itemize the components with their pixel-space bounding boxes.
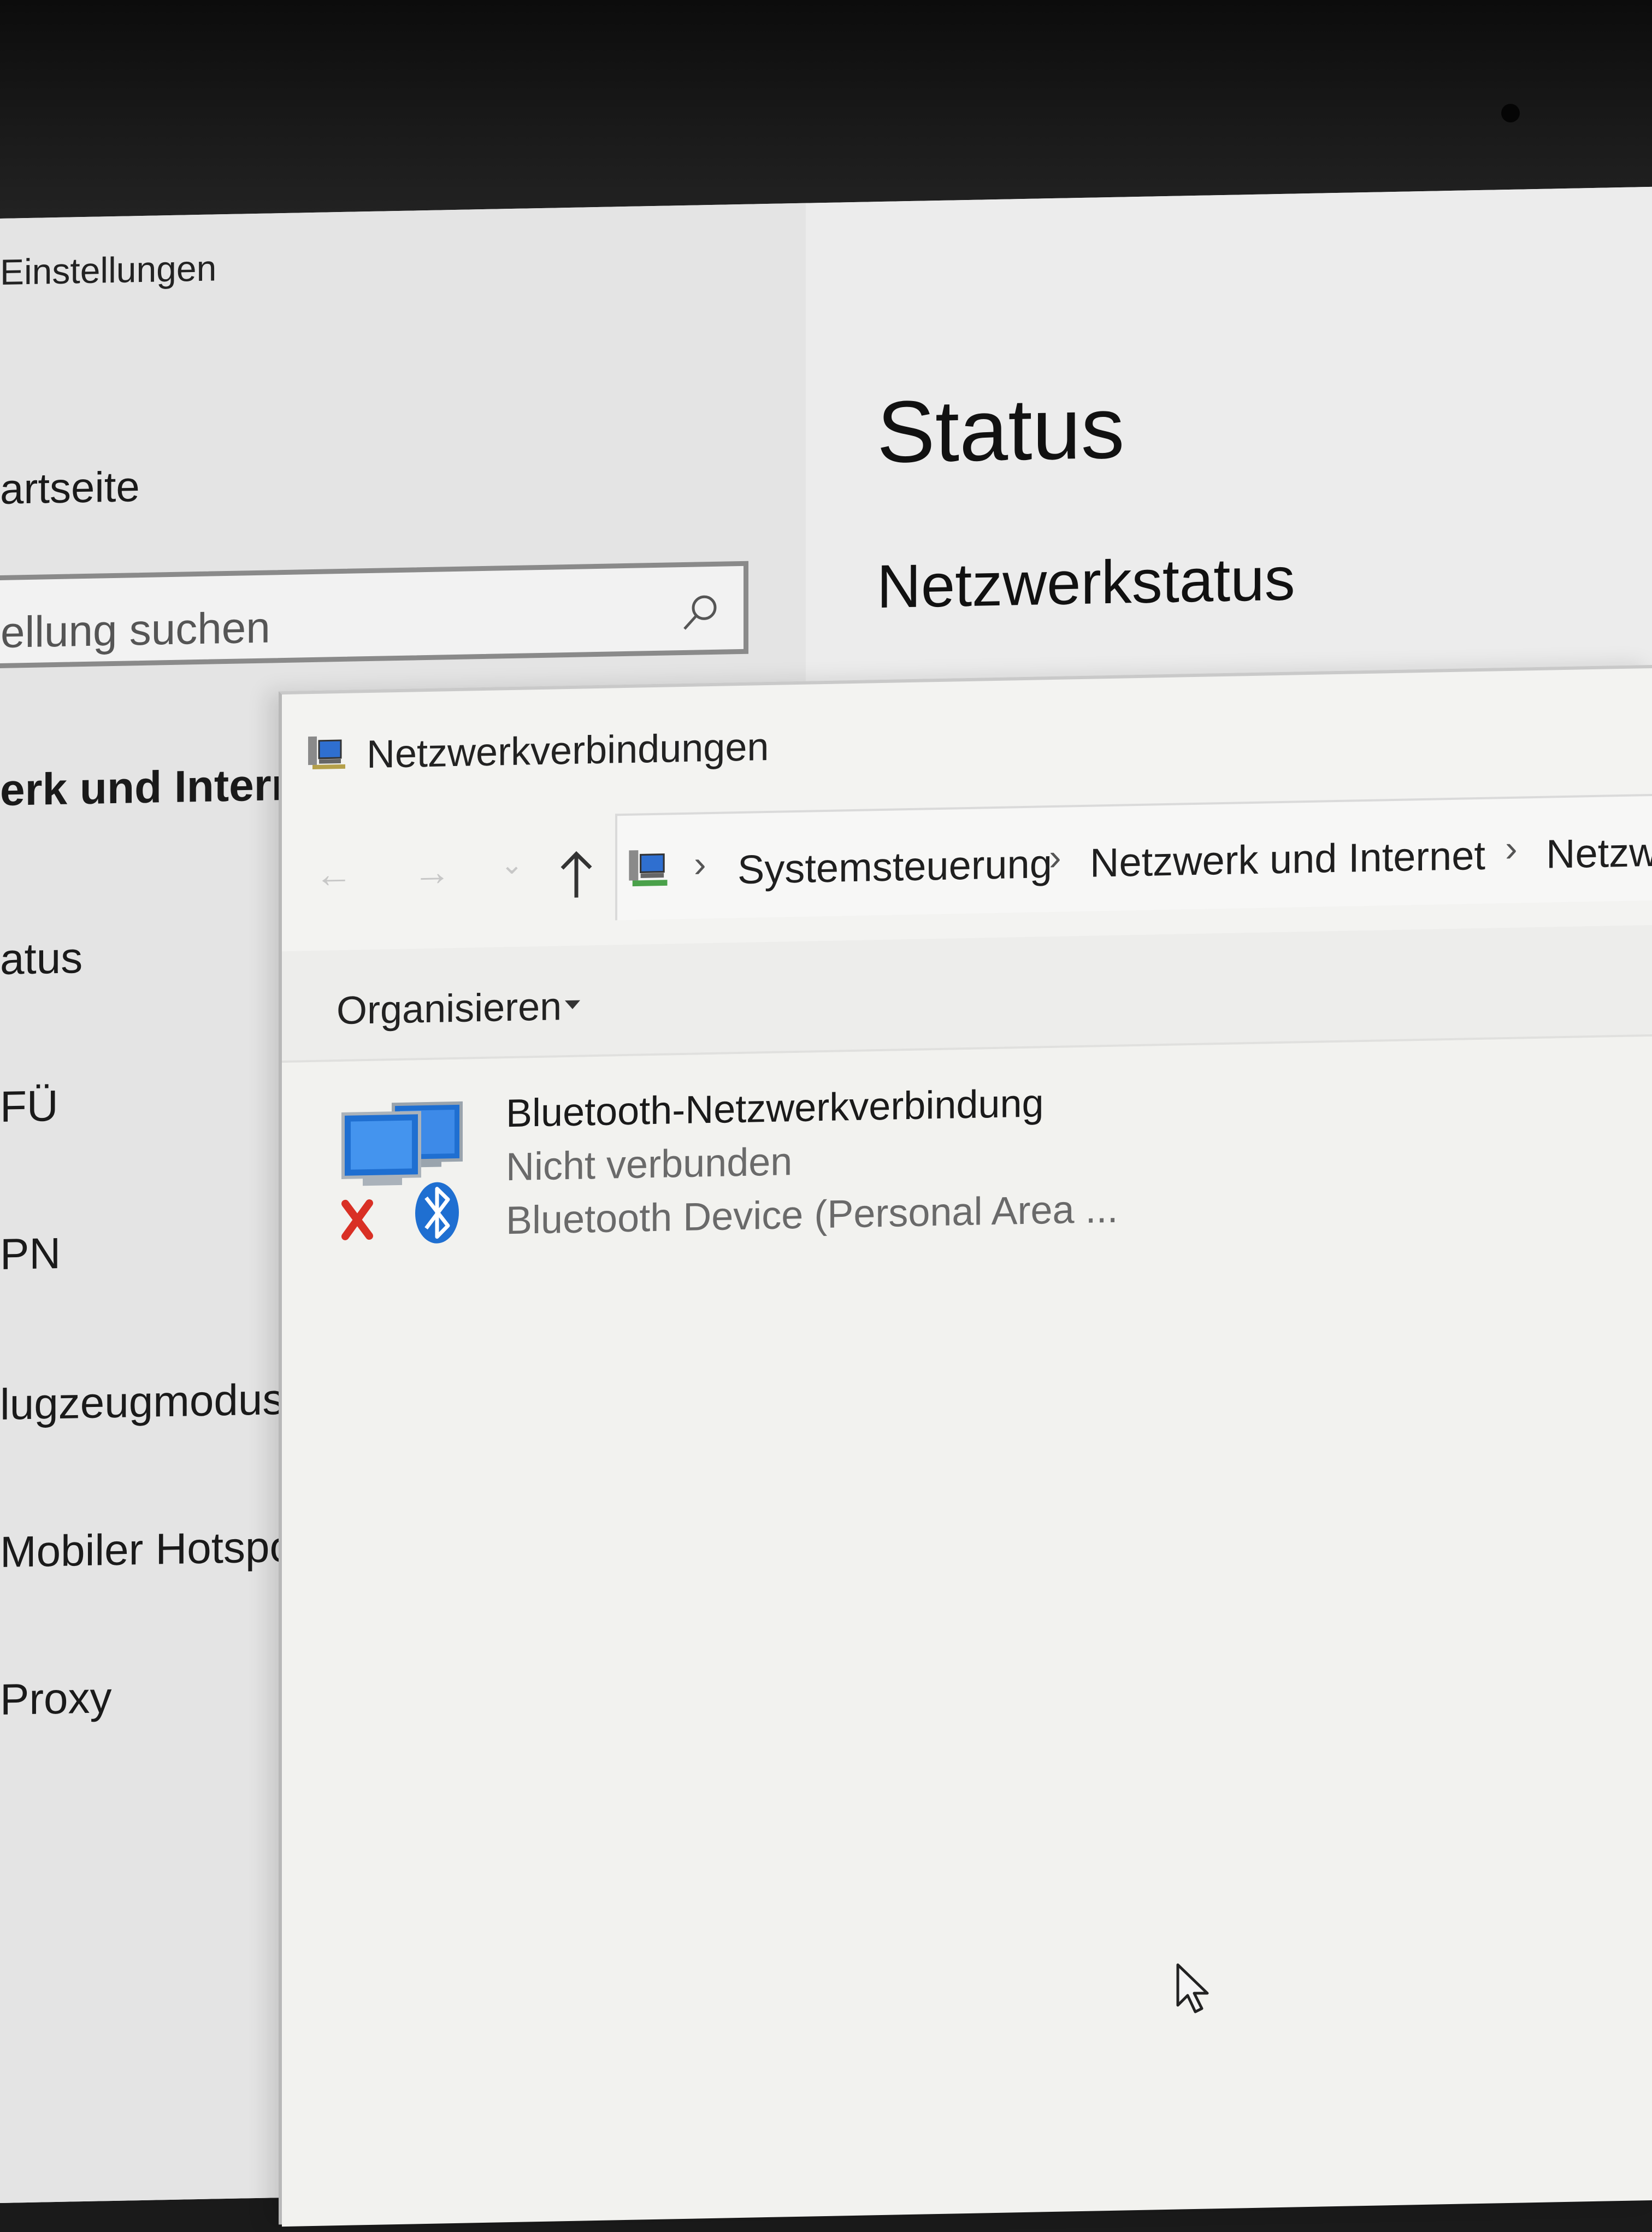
address-bar[interactable]: › Systemsteuerung › Netzwerk und Interne… — [615, 793, 1652, 921]
search-placeholder: ellung suchen — [1, 603, 270, 657]
webcam — [1501, 104, 1520, 122]
sidebar-item-status[interactable]: atus — [0, 933, 82, 985]
page-title: Status — [877, 378, 1125, 481]
settings-search-input[interactable]: ellung suchen — [0, 561, 748, 669]
sidebar-item-proxy[interactable]: Proxy — [0, 1672, 112, 1725]
search-icon[interactable] — [678, 591, 722, 636]
connection-name: Bluetooth-Netzwerkverbindung — [506, 1081, 1044, 1136]
sidebar-item-dfu[interactable]: FÜ — [0, 1081, 58, 1132]
connection-device: Bluetooth Device (Personal Area ... — [506, 1187, 1118, 1243]
screen: Einstellungen artseite ellung suchen erk… — [0, 186, 1652, 2227]
network-connections-icon — [308, 736, 345, 770]
up-arrow-icon[interactable] — [558, 847, 596, 902]
network-status-heading: Netzwerkstatus — [877, 544, 1295, 621]
bluetooth-network-adapter-icon — [341, 1101, 463, 1244]
settings-main: Status Netzwerkstatus — [806, 186, 1652, 695]
sidebar-item-vpn[interactable]: PN — [0, 1228, 61, 1280]
chevron-right-icon: › — [694, 843, 706, 885]
breadcrumb-netzwerk-und-internet[interactable]: Netzwerk und Internet — [1090, 832, 1485, 886]
window-title: Netzwerkverbindungen — [367, 725, 769, 777]
sidebar-item-airplane-mode[interactable]: lugzeugmodus — [0, 1374, 284, 1430]
breadcrumb-systemsteuerung[interactable]: Systemsteuerung — [738, 840, 1052, 893]
sidebar-item-mobile-hotspot[interactable]: Mobiler Hotspot — [0, 1521, 306, 1577]
settings-window-title: Einstellungen — [0, 248, 217, 292]
control-panel-icon — [629, 850, 668, 887]
chevron-right-icon: › — [1505, 827, 1518, 870]
forward-arrow-icon[interactable]: → — [413, 850, 451, 894]
mouse-cursor-icon — [1176, 1963, 1209, 2013]
connections-list: Bluetooth-Netzwerkverbindung Nicht verbu… — [282, 1036, 1652, 2227]
organize-button[interactable]: Organisieren — [337, 984, 562, 1033]
sidebar-item-home[interactable]: artseite — [0, 462, 140, 514]
dropdown-caret-icon[interactable] — [565, 1000, 580, 1010]
back-arrow-icon[interactable]: ← — [315, 852, 353, 896]
chevron-right-icon: › — [1049, 836, 1061, 879]
recent-locations-chevron-icon[interactable]: ⌄ — [500, 849, 523, 881]
connection-status: Nicht verbunden — [506, 1140, 793, 1189]
network-connections-window: Netzwerkverbindungen ← → ⌄ › Systemsteue… — [279, 664, 1652, 2227]
sidebar-section-heading: erk und Interne — [0, 759, 324, 815]
breadcrumb-netzwerkverbindungen[interactable]: Netzw — [1546, 829, 1652, 878]
